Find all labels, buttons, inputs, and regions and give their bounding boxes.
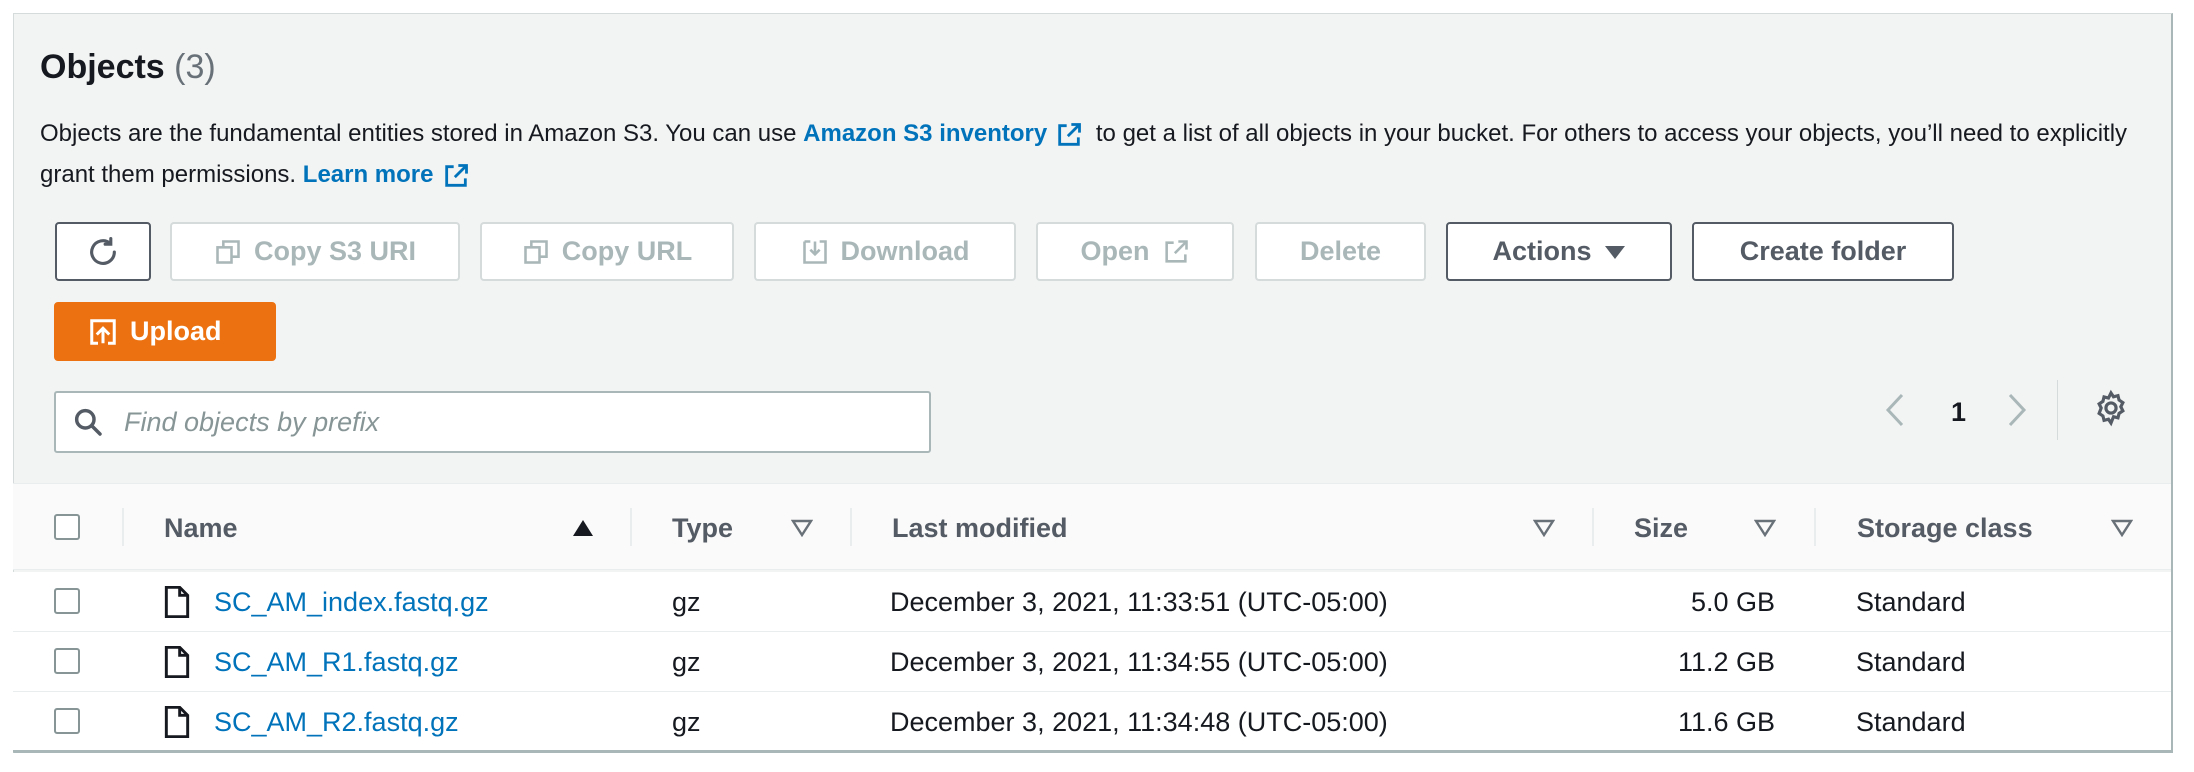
learn-more-link[interactable]: Learn more (303, 161, 434, 188)
s3-inventory-link[interactable]: Amazon S3 inventory (803, 120, 1047, 147)
object-count: (3) (174, 48, 216, 86)
column-divider (850, 508, 852, 546)
column-header-type[interactable]: Type (672, 513, 733, 544)
create-folder-label: Create folder (1739, 236, 1907, 266)
description: Objects are the fundamental entities sto… (40, 113, 2140, 195)
download-button[interactable]: Download (754, 222, 1016, 281)
external-link-icon[interactable] (442, 162, 470, 190)
actions-label: Actions (1492, 236, 1592, 266)
page-number[interactable]: 1 (1951, 397, 1966, 428)
next-page-button[interactable] (2006, 392, 2028, 432)
copy-s3-uri-button[interactable]: Copy S3 URI (170, 222, 460, 281)
sort-ascending-icon[interactable] (572, 519, 594, 542)
object-type: gz (672, 647, 701, 677)
refresh-icon (86, 235, 120, 269)
gear-icon (2092, 389, 2130, 432)
upload-icon (88, 317, 118, 347)
column-divider (122, 508, 124, 546)
download-icon (801, 238, 829, 266)
row-checkbox[interactable] (54, 708, 80, 734)
sort-icon[interactable] (2110, 519, 2134, 542)
title-text: Objects (40, 48, 165, 86)
table-header (13, 483, 2171, 570)
object-name-link[interactable]: SC_AM_R1.fastq.gz (214, 647, 459, 678)
column-divider (1592, 508, 1594, 546)
caret-down-icon (1604, 244, 1626, 260)
upload-button[interactable]: Upload (54, 302, 276, 361)
file-icon (163, 585, 191, 623)
object-last-modified: December 3, 2021, 11:34:55 (UTC-05:00) (890, 647, 1388, 677)
copy-icon (214, 238, 242, 266)
sort-icon[interactable] (1532, 519, 1556, 542)
object-type: gz (672, 587, 701, 617)
object-size: 11.2 GB (1677, 647, 1775, 677)
actions-dropdown[interactable]: Actions (1446, 222, 1672, 281)
open-label: Open (1080, 236, 1150, 266)
copy-s3-uri-label: Copy S3 URI (253, 236, 417, 266)
create-folder-button[interactable]: Create folder (1692, 222, 1954, 281)
column-divider (1814, 508, 1816, 546)
chevron-right-icon (2006, 392, 2028, 433)
external-link-icon[interactable] (1055, 121, 1083, 149)
row-checkbox[interactable] (54, 648, 80, 674)
copy-url-button[interactable]: Copy URL (480, 222, 734, 281)
sort-icon[interactable] (1753, 519, 1777, 542)
column-header-name[interactable]: Name (164, 513, 238, 544)
object-last-modified: December 3, 2021, 11:33:51 (UTC-05:00) (890, 587, 1388, 617)
object-size: 5.0 GB (1690, 587, 1775, 617)
delete-label: Delete (1299, 236, 1382, 266)
object-type: gz (672, 707, 701, 737)
object-name-link[interactable]: SC_AM_R2.fastq.gz (214, 707, 459, 738)
refresh-button[interactable] (55, 222, 151, 281)
file-icon (163, 705, 191, 743)
object-name-link[interactable]: SC_AM_index.fastq.gz (214, 587, 489, 618)
column-header-storage-class[interactable]: Storage class (1857, 513, 2033, 544)
preferences-button[interactable] (2092, 389, 2130, 432)
delete-button[interactable]: Delete (1255, 222, 1426, 281)
description-text-1: Objects are the fundamental entities sto… (40, 120, 804, 147)
prev-page-button[interactable] (1884, 392, 1906, 432)
page-title: Objects (3) (40, 48, 216, 87)
column-divider (630, 508, 632, 546)
download-label: Download (840, 236, 970, 266)
external-link-icon (1162, 238, 1190, 266)
search-box (54, 391, 931, 453)
column-header-size[interactable]: Size (1634, 513, 1688, 544)
upload-label: Upload (130, 316, 222, 346)
copy-url-label: Copy URL (561, 236, 693, 266)
file-icon (163, 645, 191, 683)
select-all-checkbox[interactable] (54, 514, 80, 540)
object-storage-class: Standard (1856, 587, 1966, 617)
object-storage-class: Standard (1856, 647, 1966, 677)
chevron-left-icon (1884, 392, 1906, 433)
object-size: 11.6 GB (1677, 707, 1775, 737)
column-header-last-modified[interactable]: Last modified (892, 513, 1068, 544)
row-checkbox[interactable] (54, 588, 80, 614)
divider (2057, 380, 2058, 440)
object-last-modified: December 3, 2021, 11:34:48 (UTC-05:00) (890, 707, 1388, 737)
copy-icon (522, 238, 550, 266)
object-storage-class: Standard (1856, 707, 1966, 737)
search-icon (72, 406, 104, 438)
search-input[interactable] (122, 405, 886, 439)
sort-icon[interactable] (790, 519, 814, 542)
open-button[interactable]: Open (1036, 222, 1234, 281)
